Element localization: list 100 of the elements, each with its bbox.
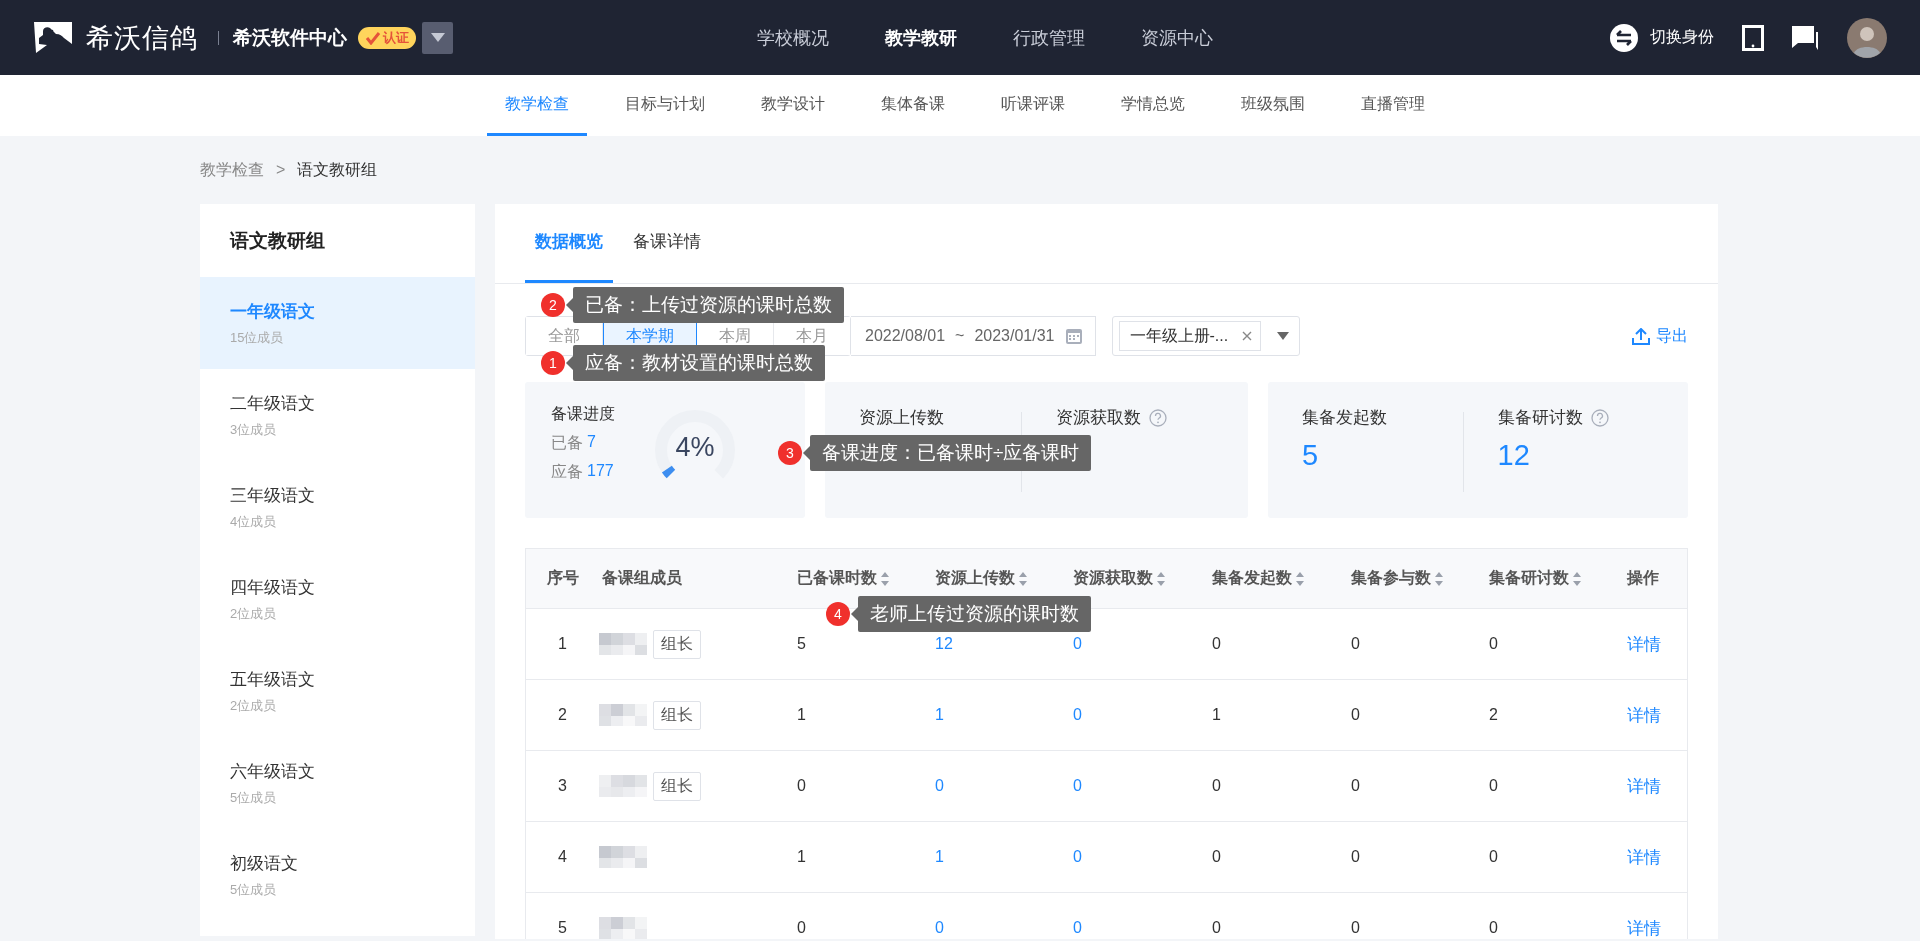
certified-badge: 认证 — [358, 26, 416, 49]
table-cell-text: 0 — [796, 919, 807, 937]
breadcrumb-separator: > — [276, 161, 286, 179]
nav-item[interactable]: 学校概况 — [757, 25, 829, 50]
table-cell-text: 5 — [557, 919, 568, 937]
group-item[interactable]: 四年级语文 2位成员 — [200, 553, 475, 645]
nav-item[interactable]: 资源中心 — [1141, 25, 1213, 50]
group-item[interactable]: 五年级语文 2位成员 — [200, 645, 475, 737]
selected-tag: 一年级上册-... — [1118, 321, 1262, 351]
table-cell-text: 2 — [1488, 706, 1499, 724]
group-name: 六年级语文 — [230, 760, 316, 783]
date-range-field[interactable]: 2022/08/01 ~ 2023/01/31 — [851, 316, 1096, 356]
caret-icon — [1277, 332, 1290, 340]
sub-nav-tab[interactable]: 听课评课 — [983, 75, 1083, 136]
table-cell-text: 1 — [1211, 706, 1222, 724]
sortable-column-header[interactable]: 已备课时数 — [794, 568, 932, 589]
sub-nav-tab[interactable]: 目标与计划 — [607, 75, 723, 136]
table-cell-text: 1 — [796, 848, 807, 866]
progress-title: 备课进度 — [551, 404, 615, 424]
group-name: 三年级语文 — [230, 484, 316, 507]
table-cell-text: 0 — [1350, 635, 1361, 653]
member-count: 5位成员 — [230, 880, 278, 899]
table-cell-text: 5 — [796, 635, 807, 653]
sub-nav-tab[interactable]: 集体备课 — [863, 75, 963, 136]
member-count: 3位成员 — [230, 420, 278, 439]
member-count: 4位成员 — [230, 512, 278, 531]
column-header: 操作 — [1625, 568, 1660, 588]
sort-icon — [881, 571, 889, 586]
table-cell-text: 0 — [1211, 919, 1222, 937]
sub-nav-tab[interactable]: 学情总览 — [1103, 75, 1203, 136]
bird-logo-icon — [32, 19, 74, 56]
swap-icon — [1610, 23, 1638, 52]
sub-nav-tab[interactable]: 教学设计 — [743, 75, 843, 136]
nav-item[interactable]: 行政管理 — [1013, 25, 1085, 50]
nav-item[interactable]: 教学教研 — [885, 25, 957, 50]
table-cell-text: 0 — [1350, 848, 1361, 866]
table-cell-text: 1 — [796, 706, 807, 724]
column-header: 备课组成员 — [601, 568, 683, 588]
group-name: 初级语文 — [230, 852, 299, 875]
stat-label: 集备研讨数 — [1497, 407, 1583, 429]
sortable-column-header[interactable]: 资源获取数 — [1070, 568, 1209, 589]
table-cell-text: 0 — [1488, 919, 1499, 937]
sidebar-title: 语文教研组 — [228, 229, 326, 253]
export-link[interactable]: 导出 — [1632, 325, 1688, 347]
check-icon — [365, 30, 381, 45]
table-cell-text: 0 — [1211, 848, 1222, 866]
progress-percent: 4% — [674, 432, 716, 463]
count-link[interactable]: 1 — [932, 848, 1070, 866]
count-link[interactable]: 12 — [932, 635, 1070, 653]
sortable-column-header[interactable]: 集备研讨数 — [1486, 568, 1624, 589]
sub-nav-tab[interactable]: 直播管理 — [1343, 75, 1443, 136]
stat-label: 资源上传数 — [859, 407, 944, 429]
group-name: 一年级语文 — [230, 300, 316, 323]
table-cell-text: 0 — [1211, 635, 1222, 653]
details-link[interactable]: 详情 — [1624, 703, 1687, 727]
table-cell-text: 0 — [1488, 777, 1499, 795]
count-link[interactable]: 1 — [932, 706, 1070, 724]
table-cell-text: 3 — [557, 777, 568, 795]
sort-icon — [1019, 571, 1027, 586]
group-item[interactable]: 六年级语文 5位成员 — [200, 737, 475, 829]
stat-value: 177 — [587, 462, 614, 481]
avatar-icon — [1846, 16, 1888, 59]
switch-identity-link[interactable]: 切换身份 — [1610, 23, 1714, 52]
sub-nav-tab[interactable]: 班级氛围 — [1223, 75, 1323, 136]
tab[interactable]: 备课详情 — [623, 204, 711, 283]
table-cell-text: 0 — [1488, 848, 1499, 866]
breadcrumb-item: 语文教研组 — [297, 159, 378, 180]
stat-value: 5 — [1302, 439, 1320, 473]
group-item[interactable]: 三年级语文 4位成员 — [200, 461, 475, 553]
sortable-column-header[interactable]: 资源上传数 — [932, 568, 1070, 589]
leader-tag: 组长 — [653, 771, 701, 801]
details-link[interactable]: 详情 — [1624, 774, 1687, 798]
group-name: 五年级语文 — [230, 668, 316, 691]
stat-label: 已备 — [551, 433, 583, 453]
sort-icon — [1157, 571, 1165, 586]
member-count: 5位成员 — [230, 788, 278, 807]
stat-value: 7 — [587, 433, 596, 452]
dropdown-button[interactable] — [422, 21, 453, 54]
details-link[interactable]: 详情 — [1624, 632, 1687, 656]
table-cell-text: 4 — [557, 848, 568, 866]
sortable-column-header[interactable]: 集备参与数 — [1348, 568, 1486, 589]
close-icon — [1242, 331, 1253, 341]
details-link[interactable]: 详情 — [1624, 916, 1687, 939]
member-count: 15位成员 — [230, 328, 285, 347]
stat-label: 集备发起数 — [1302, 407, 1387, 429]
tablet-icon — [1742, 24, 1764, 51]
group-item[interactable]: 二年级语文 3位成员 — [200, 369, 475, 461]
sortable-column-header[interactable]: 集备发起数 — [1209, 568, 1348, 589]
chat-icon — [1792, 25, 1818, 50]
table-cell-text: 1 — [557, 635, 568, 653]
logo-text: 希沃信鸽 — [86, 21, 198, 55]
group-item[interactable]: 初级语文 5位成员 — [200, 829, 475, 921]
table-cell-text: 0 — [796, 777, 807, 795]
details-link[interactable]: 详情 — [1624, 845, 1687, 869]
table-cell-text: 0 — [1350, 706, 1361, 724]
org-name: 希沃软件中心 — [233, 25, 347, 50]
member-count: 2位成员 — [230, 696, 278, 715]
stat-label: 资源获取数 — [1056, 407, 1141, 429]
textbook-select[interactable]: 一年级上册-... — [1111, 316, 1301, 356]
sub-nav-tab[interactable]: 教学检查 — [487, 75, 587, 136]
